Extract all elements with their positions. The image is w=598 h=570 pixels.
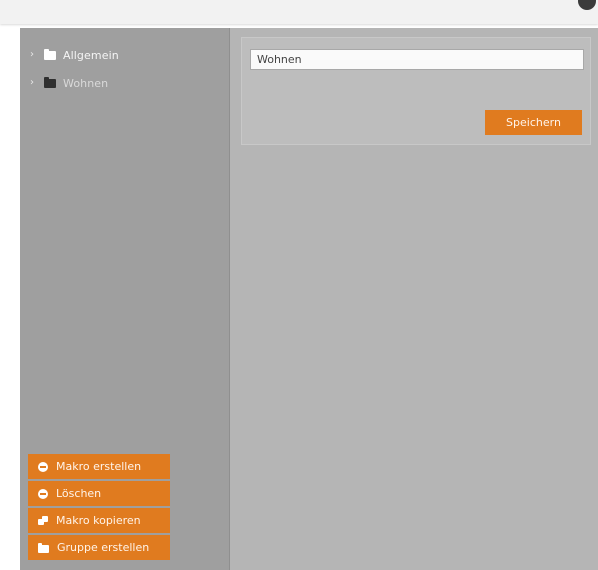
main-panel: Speichern — [230, 28, 598, 570]
macro-editor-window: › Allgemein › Wohnen Makro erstellen Lös… — [20, 28, 598, 570]
save-button[interactable]: Speichern — [485, 110, 582, 135]
tree-item-label: Wohnen — [63, 76, 109, 90]
chevron-right-icon[interactable]: › — [30, 49, 40, 60]
folder-icon — [44, 48, 56, 60]
create-macro-label: Makro erstellen — [56, 460, 142, 473]
chevron-right-icon[interactable]: › — [30, 77, 40, 88]
group-name-input[interactable] — [250, 49, 584, 70]
group-form: Speichern — [241, 37, 591, 145]
tree-item-label: Allgemein — [63, 48, 119, 62]
top-bar — [0, 0, 598, 24]
close-icon[interactable] — [578, 0, 596, 10]
create-group-label: Gruppe erstellen — [57, 541, 150, 554]
circle-minus-icon — [38, 461, 48, 472]
circle-minus-icon — [38, 488, 48, 499]
tree-item-wohnen[interactable]: › Wohnen — [30, 69, 220, 97]
macro-tree: › Allgemein › Wohnen — [30, 41, 220, 97]
copy-macro-button[interactable]: Makro kopieren — [28, 508, 170, 533]
folder-icon — [38, 542, 49, 553]
folder-icon — [44, 76, 56, 88]
create-group-button[interactable]: Gruppe erstellen — [28, 535, 170, 560]
macro-sidebar: › Allgemein › Wohnen Makro erstellen Lös… — [20, 28, 230, 570]
delete-button[interactable]: Löschen — [28, 481, 170, 506]
sidebar-actions: Makro erstellen Löschen Makro kopieren G… — [28, 454, 170, 562]
delete-label: Löschen — [56, 487, 102, 500]
copy-icon — [38, 515, 48, 526]
copy-macro-label: Makro kopieren — [56, 514, 141, 527]
create-macro-button[interactable]: Makro erstellen — [28, 454, 170, 479]
tree-item-allgemein[interactable]: › Allgemein — [30, 41, 220, 69]
